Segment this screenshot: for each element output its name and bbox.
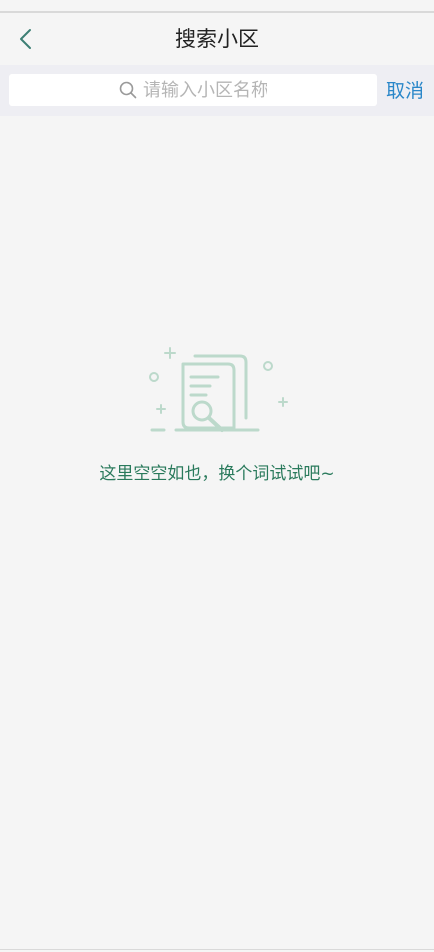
back-button[interactable]: [8, 21, 44, 57]
search-icon: [119, 81, 137, 99]
cancel-button[interactable]: 取消: [386, 78, 424, 104]
search-input[interactable]: [143, 79, 267, 101]
search-box[interactable]: [9, 74, 377, 106]
document-search-icon: [140, 342, 290, 442]
empty-state-message: 这里空空如也，换个词试试吧~: [99, 464, 335, 484]
chevron-left-icon: [20, 29, 31, 49]
header-bar: 搜索小区: [0, 13, 434, 65]
search-bar: 取消: [0, 65, 434, 116]
page-title: 搜索小区: [175, 27, 259, 51]
bottom-divider: [0, 949, 434, 950]
